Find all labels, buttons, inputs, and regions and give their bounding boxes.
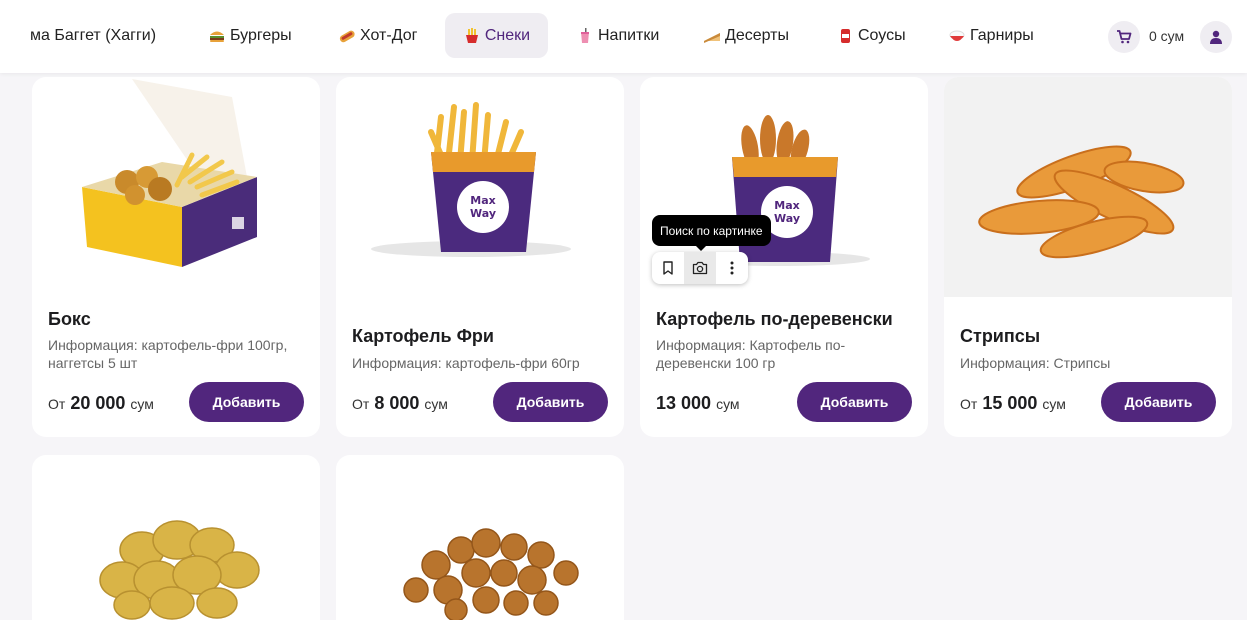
- product-price: 13 000 сум: [656, 393, 740, 414]
- product-image: [944, 77, 1232, 297]
- product-card[interactable]: Стрипсы Информация: Стрипсы От 15 000 су…: [944, 77, 1232, 437]
- nav-item-snacks[interactable]: Снеки: [445, 13, 548, 58]
- fries-icon: [465, 27, 478, 43]
- image-search-button[interactable]: [684, 252, 716, 284]
- product-card[interactable]: [336, 455, 624, 620]
- svg-text:Max: Max: [774, 199, 799, 212]
- hotdog-icon: [339, 30, 355, 42]
- svg-text:Way: Way: [774, 212, 800, 225]
- rice-bowl-icon: [949, 30, 965, 41]
- product-image: [336, 455, 624, 620]
- product-price: От 8 000 сум: [352, 393, 448, 414]
- product-image: [32, 455, 320, 620]
- drink-icon: [581, 27, 589, 43]
- nav-item-drinks[interactable]: Напитки: [566, 13, 669, 58]
- nav-item-label: Десерты: [725, 26, 790, 44]
- cart-button[interactable]: [1108, 21, 1140, 53]
- nav-item-label: ма Баггет (Хагги): [30, 26, 157, 44]
- more-vertical-icon: [730, 261, 734, 275]
- product-image: Max Way: [336, 77, 624, 297]
- add-to-cart-button[interactable]: Добавить: [797, 382, 912, 422]
- nav-item-label: Бургеры: [230, 26, 292, 44]
- nav-item-label: Соусы: [858, 26, 906, 44]
- nav-item-label: Хот-Дог: [360, 26, 418, 44]
- product-info: Информация: Картофель по-деревенски 100 …: [656, 337, 846, 371]
- product-card[interactable]: Max Way Картофель Фри Информация: картоф…: [336, 77, 624, 437]
- profile-button[interactable]: [1200, 21, 1232, 53]
- cart-icon: [1117, 30, 1132, 44]
- nav-item-sides[interactable]: Гарниры: [938, 13, 1044, 58]
- category-nav-bar: ма Баггет (Хагги) Бургеры Хот-Дог Снеки …: [0, 0, 1247, 73]
- add-to-cart-button[interactable]: Добавить: [189, 382, 304, 422]
- add-to-cart-button[interactable]: Добавить: [1101, 382, 1216, 422]
- price-value: 13 000: [656, 393, 712, 413]
- price-value: 8 000: [374, 393, 420, 413]
- burger-icon: [210, 31, 224, 42]
- product-card[interactable]: [32, 455, 320, 620]
- product-price: От 15 000 сум: [960, 393, 1066, 414]
- product-image: [32, 77, 320, 297]
- product-title: Стрипсы: [960, 326, 1041, 346]
- nav-item-hotdog[interactable]: Хот-Дог: [328, 13, 427, 58]
- nav-item-sauces[interactable]: Соусы: [826, 13, 916, 58]
- product-info: Информация: картофель-фри 60гр: [352, 355, 580, 371]
- nav-item-baguette[interactable]: ма Баггет (Хагги): [22, 13, 166, 58]
- bookmark-icon: [663, 261, 673, 275]
- price-currency: сум: [1042, 396, 1066, 412]
- svg-text:Max: Max: [470, 194, 495, 207]
- cart-total: 0 сум: [1149, 28, 1185, 44]
- cake-icon: [704, 32, 720, 43]
- price-currency: сум: [424, 396, 448, 412]
- price-currency: сум: [716, 396, 740, 412]
- product-title: Бокс: [48, 309, 91, 329]
- nav-item-burgers[interactable]: Бургеры: [198, 13, 302, 58]
- price-prefix: От: [960, 396, 978, 412]
- image-action-toolbar: [652, 252, 748, 284]
- user-icon: [1210, 30, 1222, 44]
- product-title: Картофель Фри: [352, 326, 494, 346]
- nav-item-label: Снеки: [484, 26, 531, 44]
- bookmark-button[interactable]: [652, 252, 684, 284]
- nav-item-label: Напитки: [598, 26, 660, 44]
- more-options-button[interactable]: [716, 252, 748, 284]
- product-card[interactable]: Бокс Информация: картофель-фри 100гр, на…: [32, 77, 320, 437]
- svg-text:Way: Way: [470, 207, 496, 220]
- price-prefix: От: [48, 396, 66, 412]
- nav-item-desserts[interactable]: Десерты: [693, 13, 799, 58]
- sauce-icon: [841, 28, 850, 43]
- nav-item-label: Гарниры: [970, 26, 1034, 44]
- price-currency: сум: [130, 396, 154, 412]
- camera-search-icon: [692, 261, 708, 275]
- add-to-cart-button[interactable]: Добавить: [493, 382, 608, 422]
- price-value: 15 000: [982, 393, 1038, 413]
- product-title: Картофель по-деревенски: [656, 309, 893, 329]
- price-prefix: От: [352, 396, 370, 412]
- price-value: 20 000: [70, 393, 126, 413]
- image-search-tooltip: Поиск по картинке: [652, 215, 771, 251]
- product-info: Информация: картофель-фри 100гр, наггетс…: [48, 337, 288, 371]
- product-price: От 20 000 сум: [48, 393, 154, 414]
- product-info: Информация: Стрипсы: [960, 355, 1111, 371]
